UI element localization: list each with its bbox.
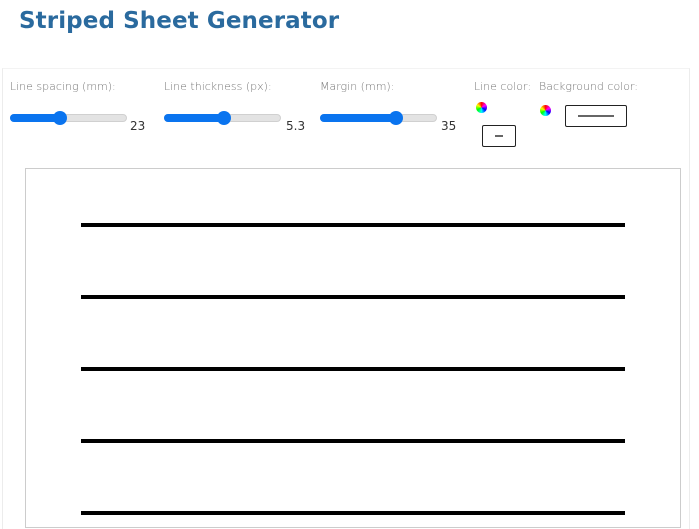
background-color-label: Background color: <box>539 80 638 93</box>
line-spacing-label: Line spacing (mm): <box>10 80 116 93</box>
margin-slider-fill <box>320 114 395 122</box>
background-color-preview <box>578 115 614 117</box>
margin-label: Margin (mm): <box>320 80 395 93</box>
color-wheel-icon <box>476 102 487 113</box>
sheet-preview <box>25 168 681 528</box>
color-wheel-icon <box>540 105 551 116</box>
margin-slider-thumb[interactable] <box>388 111 403 125</box>
line-color-preview <box>495 135 503 137</box>
line-thickness-label: Line thickness (px): <box>164 80 272 93</box>
sheet-stripe <box>81 295 625 299</box>
line-thickness-slider-fill <box>164 114 223 122</box>
sheet-stripe <box>81 439 625 443</box>
sheet-stripe <box>81 367 625 371</box>
line-spacing-value: 23 <box>130 119 146 133</box>
page-title: Striped Sheet Generator <box>19 8 340 34</box>
line-thickness-slider[interactable] <box>164 111 281 125</box>
sheet-stripe <box>81 223 625 227</box>
sheet-stripe <box>81 511 625 515</box>
margin-value: 35 <box>441 119 457 133</box>
line-spacing-slider[interactable] <box>10 111 127 125</box>
line-color-label: Line color: <box>474 80 532 93</box>
line-thickness-slider-thumb[interactable] <box>216 111 231 125</box>
line-thickness-value: 5.3 <box>286 119 306 133</box>
line-color-picker[interactable] <box>482 125 516 147</box>
margin-slider[interactable] <box>320 111 437 125</box>
line-spacing-slider-fill <box>10 114 60 122</box>
background-color-picker[interactable] <box>565 105 627 127</box>
